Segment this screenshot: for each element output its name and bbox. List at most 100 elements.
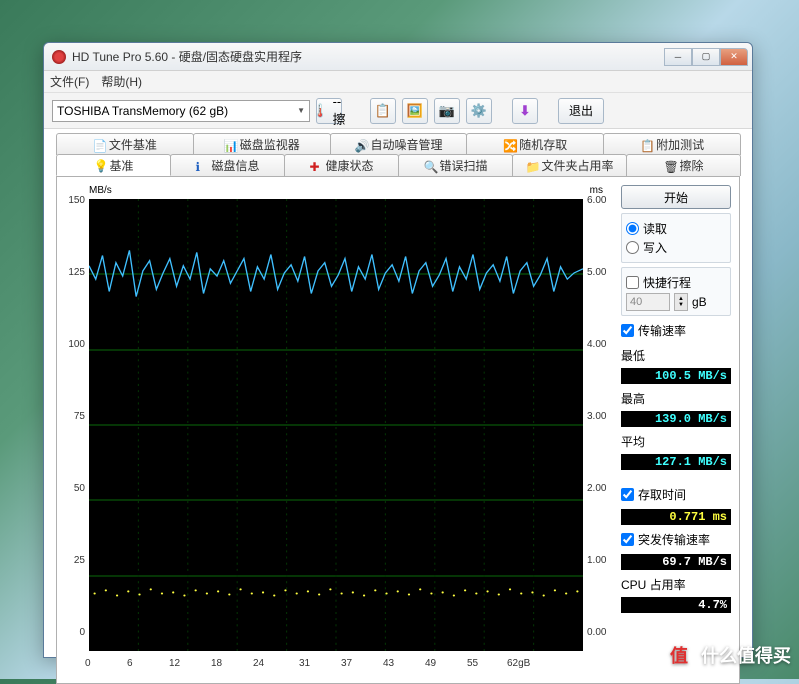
xl-37: 37	[341, 658, 352, 669]
copy-screenshot-button[interactable]: 🖼️	[402, 98, 428, 124]
screenshot-button[interactable]: 📷	[434, 98, 460, 124]
minimize-button[interactable]: ─	[664, 48, 692, 66]
yl-125: 125	[65, 267, 85, 278]
cpu-label: CPU 占用率	[621, 576, 731, 593]
xl-6: 6	[127, 658, 133, 669]
tab-info[interactable]: ℹ磁盘信息	[170, 154, 285, 176]
exit-button[interactable]: 退出	[558, 98, 604, 124]
close-button[interactable]: ✕	[720, 48, 748, 66]
camera-icon: 📷	[439, 103, 455, 119]
yr-1: 1.00	[587, 555, 613, 566]
thermometer-icon: 🌡️	[312, 103, 328, 119]
tab-error-scan[interactable]: 🔍错误扫描	[398, 154, 513, 176]
tab-aam[interactable]: 🔊自动噪音管理	[330, 133, 468, 155]
file-icon: 📄	[93, 139, 105, 151]
access-value: 0.771 ms	[621, 509, 731, 525]
watermark-badge: 值	[663, 639, 695, 671]
access-checkbox[interactable]	[621, 488, 634, 501]
random-icon: 🔀	[503, 139, 515, 151]
yr-3: 3.00	[587, 411, 613, 422]
benchmark-chart	[89, 199, 583, 651]
yl-25: 25	[65, 555, 85, 566]
min-label: 最低	[621, 347, 731, 364]
app-icon	[52, 50, 66, 64]
chart-area: MB/s ms	[65, 185, 613, 675]
tab-extra-tests[interactable]: 📋附加测试	[603, 133, 741, 155]
search-icon: 🔍	[423, 160, 435, 172]
burst-checkbox[interactable]	[621, 533, 634, 546]
y-axis-left-unit: MB/s	[89, 185, 112, 196]
options-button[interactable]: ⚙️	[466, 98, 492, 124]
max-label: 最高	[621, 390, 731, 407]
tabs-row-top: 📄文件基准 📊磁盘监视器 🔊自动噪音管理 🔀随机存取 📋附加测试	[44, 133, 752, 155]
spin-buttons[interactable]: ▲▼	[674, 293, 688, 311]
menu-file[interactable]: 文件(F)	[50, 73, 89, 90]
burst-value: 69.7 MB/s	[621, 554, 731, 570]
trash-icon: 🗑	[663, 160, 675, 172]
max-value: 139.0 MB/s	[621, 411, 731, 427]
bulb-icon: 💡	[93, 159, 105, 171]
maximize-button[interactable]: ▢	[692, 48, 720, 66]
chart-svg	[89, 199, 583, 651]
plus-icon: ✚	[309, 160, 321, 172]
save-button[interactable]: ⬇	[512, 98, 538, 124]
xl-43: 43	[383, 658, 394, 669]
yr-4: 4.00	[587, 339, 613, 350]
yl-75: 75	[65, 411, 85, 422]
tab-benchmark[interactable]: 💡基准	[56, 154, 171, 176]
tab-content: MB/s ms	[56, 176, 740, 684]
tab-random-access[interactable]: 🔀随机存取	[466, 133, 604, 155]
cpu-value: 4.7%	[621, 597, 731, 613]
xl-62: 62gB	[507, 658, 530, 669]
titlebar[interactable]: HD Tune Pro 5.60 - 硬盘/固态硬盘实用程序 ─ ▢ ✕	[44, 43, 752, 71]
avg-label: 平均	[621, 433, 731, 450]
xl-31: 31	[299, 658, 310, 669]
clipboard-icon: 📋	[640, 139, 652, 151]
min-value: 100.5 MB/s	[621, 368, 731, 384]
temp-value: -- 擦	[333, 94, 346, 128]
start-button[interactable]: 开始	[621, 185, 731, 209]
window-buttons: ─ ▢ ✕	[664, 48, 748, 66]
avg-value: 127.1 MB/s	[621, 454, 731, 470]
temperature-button[interactable]: 🌡️ -- 擦	[316, 98, 342, 124]
folder-icon: 📁	[525, 160, 537, 172]
tab-health[interactable]: ✚健康状态	[284, 154, 399, 176]
yr-0: 0.00	[587, 627, 613, 638]
image-icon: 🖼️	[407, 103, 423, 119]
watermark-text: 什么值得买	[701, 642, 791, 668]
download-icon: ⬇	[520, 103, 531, 119]
xl-0: 0	[85, 658, 91, 669]
shortstroke-unit: gB	[692, 295, 707, 309]
shortstroke-group: 快捷行程 40 ▲▼ gB	[621, 267, 731, 316]
toolbar: TOSHIBA TransMemory (62 gB) ▼ 🌡️ -- 擦 📋 …	[44, 93, 752, 129]
xl-24: 24	[253, 658, 264, 669]
menu-help[interactable]: 帮助(H)	[101, 73, 142, 90]
transfer-checkbox[interactable]	[621, 324, 634, 337]
dropdown-arrow-icon: ▼	[297, 106, 305, 115]
tab-erase[interactable]: 🗑擦除	[626, 154, 741, 176]
xl-55: 55	[467, 658, 478, 669]
speaker-icon: 🔊	[354, 139, 366, 151]
yl-100: 100	[65, 339, 85, 350]
mode-group: 读取 写入	[621, 213, 731, 263]
xl-18: 18	[211, 658, 222, 669]
info-icon: ℹ	[195, 160, 207, 172]
shortstroke-value[interactable]: 40	[626, 293, 670, 311]
write-radio[interactable]	[626, 241, 639, 254]
xl-49: 49	[425, 658, 436, 669]
shortstroke-checkbox[interactable]	[626, 276, 639, 289]
yr-2: 2.00	[587, 483, 613, 494]
device-dropdown[interactable]: TOSHIBA TransMemory (62 gB) ▼	[52, 100, 310, 122]
yr-6: 6.00	[587, 195, 613, 206]
tab-disk-monitor[interactable]: 📊磁盘监视器	[193, 133, 331, 155]
tab-folder-usage[interactable]: 📁文件夹占用率	[512, 154, 627, 176]
yl-150: 150	[65, 195, 85, 206]
read-radio[interactable]	[626, 222, 639, 235]
yl-50: 50	[65, 483, 85, 494]
gear-icon: ⚙️	[471, 103, 487, 119]
side-panel: 开始 读取 写入 快捷行程 40 ▲▼ gB 传输速率 最低 100.5 MB/…	[621, 185, 731, 675]
xl-12: 12	[169, 658, 180, 669]
watermark: 值 什么值得买	[663, 639, 791, 671]
tab-file-benchmark[interactable]: 📄文件基准	[56, 133, 194, 155]
copy-info-button[interactable]: 📋	[370, 98, 396, 124]
